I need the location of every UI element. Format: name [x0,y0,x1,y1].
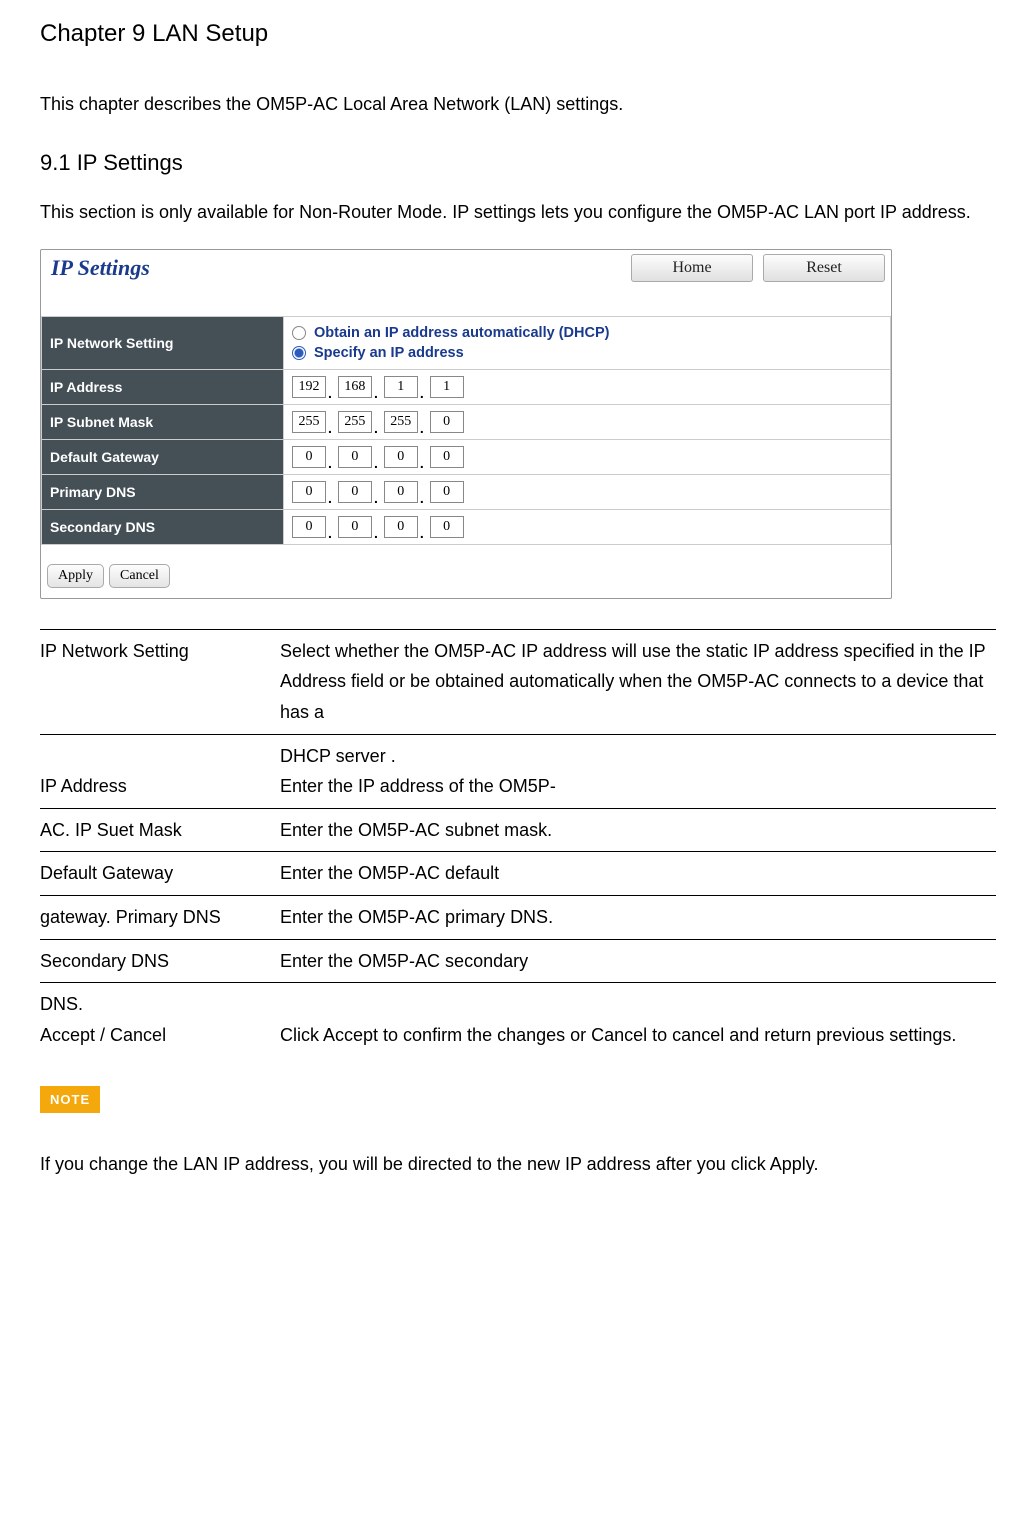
label-primary-dns: Primary DNS [42,474,284,509]
dot-separator: . [372,493,380,503]
reset-button[interactable]: Reset [763,254,885,282]
definition-term: Default Gateway [40,852,280,896]
row-default-gateway: Default Gateway . . . [42,439,891,474]
label-secondary-dns: Secondary DNS [42,509,284,544]
panel-title: IP Settings [47,255,621,281]
radio-static[interactable] [292,346,306,360]
definition-term: IP Address [40,734,280,808]
gateway-octet-3[interactable] [384,446,418,468]
apply-button[interactable]: Apply [47,564,104,588]
definition-row: Secondary DNS Enter the OM5P-AC secondar… [40,939,996,983]
subnet-octet-1[interactable] [292,411,326,433]
dot-separator: . [418,458,426,468]
definition-desc: Select whether the OM5P-AC IP address wi… [280,629,996,734]
subnet-octet-4[interactable] [430,411,464,433]
screenshot-header: IP Settings Home Reset [41,250,891,286]
dot-separator: . [418,388,426,398]
definition-row: Default Gateway Enter the OM5P-AC defaul… [40,852,996,896]
settings-table: IP Network Setting Obtain an IP address … [41,316,891,545]
sdns-octet-3[interactable] [384,516,418,538]
definition-term: AC. IP Suet Mask [40,808,280,852]
definition-row: AC. IP Suet Mask Enter the OM5P-AC subne… [40,808,996,852]
label-network-setting: IP Network Setting [42,316,284,369]
dot-separator: . [372,528,380,538]
dot-separator: . [326,458,334,468]
pdns-octet-4[interactable] [430,481,464,503]
definition-desc: Enter the OM5P-AC default [280,852,996,896]
definition-row: IP Network Setting Select whether the OM… [40,629,996,734]
subnet-octet-3[interactable] [384,411,418,433]
cancel-button[interactable]: Cancel [109,564,170,588]
definition-row: gateway. Primary DNS Enter the OM5P-AC p… [40,895,996,939]
section-text: This section is only available for Non-R… [40,196,996,228]
definition-term: DNS. Accept / Cancel [40,983,280,1057]
pdns-octet-2[interactable] [338,481,372,503]
chapter-title: Chapter 9 LAN Setup [40,20,996,48]
definitions-table: IP Network Setting Select whether the OM… [40,629,996,1057]
dot-separator: . [372,458,380,468]
radio-dhcp[interactable] [292,326,306,340]
row-secondary-dns: Secondary DNS . . . [42,509,891,544]
definition-term: gateway. Primary DNS [40,895,280,939]
note-text: If you change the LAN IP address, you wi… [40,1148,996,1180]
definition-row: DNS. Accept / Cancel Click Accept to con… [40,983,996,1057]
gateway-octet-1[interactable] [292,446,326,468]
dot-separator: . [418,423,426,433]
ip-octet-2[interactable] [338,376,372,398]
subnet-octet-2[interactable] [338,411,372,433]
row-ip-address: IP Address . . . [42,369,891,404]
definition-term: Secondary DNS [40,939,280,983]
definition-desc: Enter the OM5P-AC primary DNS. [280,895,996,939]
sdns-octet-4[interactable] [430,516,464,538]
dot-separator: . [326,528,334,538]
sdns-octet-2[interactable] [338,516,372,538]
dot-separator: . [326,388,334,398]
definition-desc: Click Accept to confirm the changes or C… [280,983,996,1057]
radio-static-label: Specify an IP address [314,345,464,361]
dot-separator: . [418,493,426,503]
pdns-octet-1[interactable] [292,481,326,503]
dot-separator: . [326,493,334,503]
ip-octet-1[interactable] [292,376,326,398]
sdns-octet-1[interactable] [292,516,326,538]
definition-desc: Enter the OM5P-AC secondary [280,939,996,983]
row-network-setting: IP Network Setting Obtain an IP address … [42,316,891,369]
dot-separator: . [372,388,380,398]
ip-octet-3[interactable] [384,376,418,398]
dot-separator: . [418,528,426,538]
button-row: Apply Cancel [41,545,891,598]
label-default-gateway: Default Gateway [42,439,284,474]
definition-term: IP Network Setting [40,629,280,734]
intro-text: This chapter describes the OM5P-AC Local… [40,88,996,120]
ip-settings-screenshot: IP Settings Home Reset IP Network Settin… [40,249,892,599]
gateway-octet-4[interactable] [430,446,464,468]
dot-separator: . [372,423,380,433]
row-subnet-mask: IP Subnet Mask . . . [42,404,891,439]
definition-row: IP Address DHCP server . Enter the IP ad… [40,734,996,808]
definition-desc: Enter the OM5P-AC subnet mask. [280,808,996,852]
label-ip-address: IP Address [42,369,284,404]
ip-octet-4[interactable] [430,376,464,398]
section-title: 9.1 IP Settings [40,150,996,176]
label-subnet-mask: IP Subnet Mask [42,404,284,439]
radio-dhcp-label: Obtain an IP address automatically (DHCP… [314,325,609,341]
pdns-octet-3[interactable] [384,481,418,503]
home-button[interactable]: Home [631,254,753,282]
definition-desc: DHCP server . Enter the IP address of th… [280,734,996,808]
dot-separator: . [326,423,334,433]
gateway-octet-2[interactable] [338,446,372,468]
row-primary-dns: Primary DNS . . . [42,474,891,509]
note-badge: NOTE [40,1086,100,1113]
